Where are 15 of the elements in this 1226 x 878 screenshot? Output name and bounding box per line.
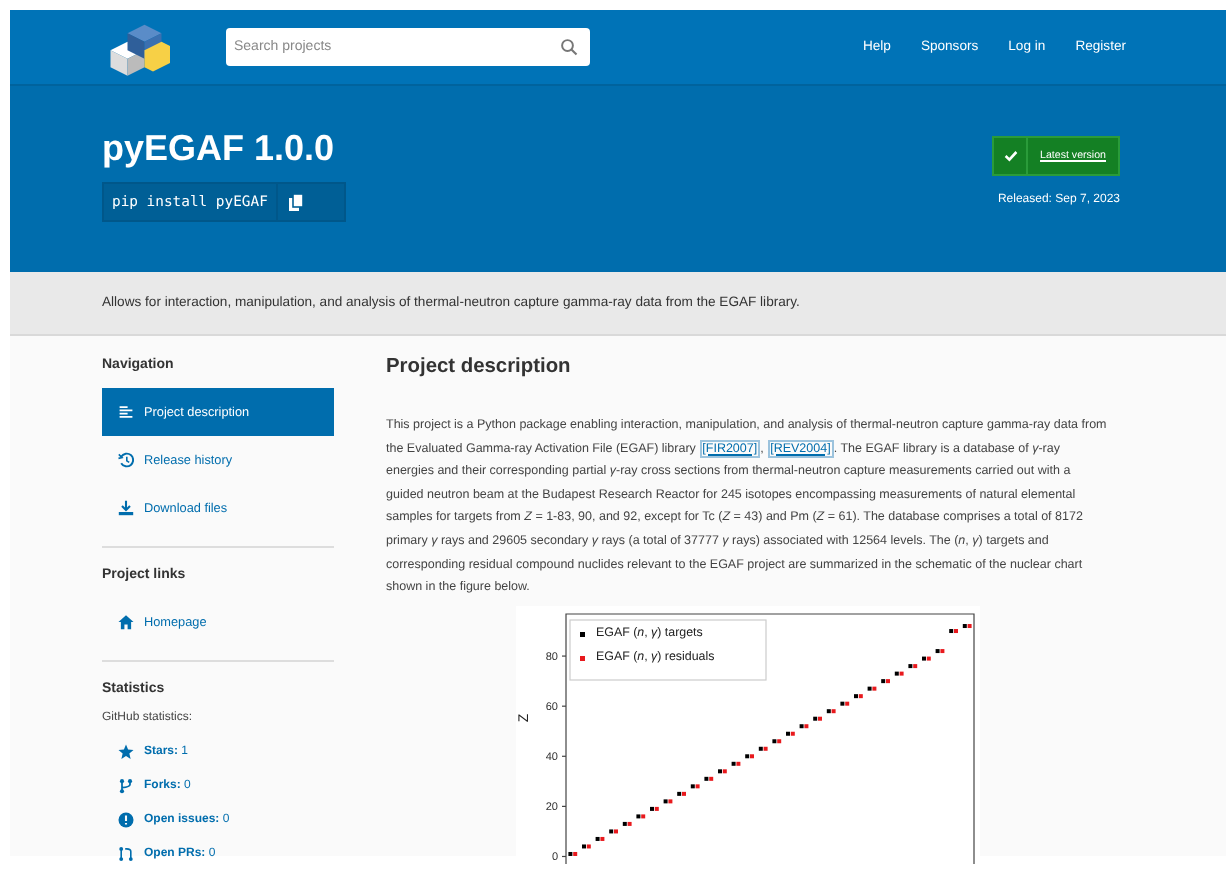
branch-icon	[118, 777, 134, 793]
legend-marker	[580, 631, 585, 637]
search-icon[interactable]	[560, 38, 578, 56]
download-icon	[118, 500, 134, 516]
package-title: pyEGAF 1.0.0	[102, 128, 337, 170]
section-title: Project description	[386, 356, 573, 378]
copy-icon	[288, 193, 305, 211]
check-icon	[1003, 150, 1018, 162]
alert-icon	[118, 811, 134, 827]
home-icon	[118, 614, 134, 630]
pull-request-icon	[118, 845, 134, 861]
star-icon	[118, 743, 134, 759]
legend-marker	[580, 655, 585, 661]
history-icon	[118, 452, 134, 468]
text-lines-icon	[118, 404, 134, 420]
